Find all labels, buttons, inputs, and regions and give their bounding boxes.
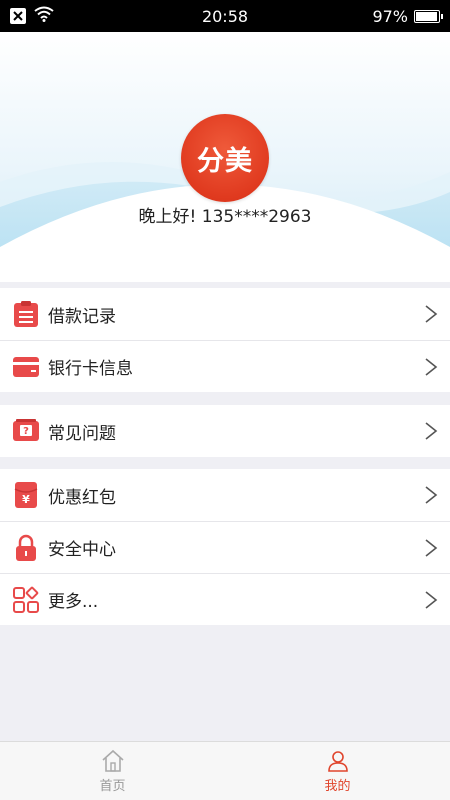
tab-home[interactable]: 首页 xyxy=(0,742,225,800)
menu-item-red-envelope[interactable]: ¥ 优惠红包 xyxy=(0,469,450,521)
tab-mine-label: 我的 xyxy=(324,778,351,794)
menu-item-security-center[interactable]: 安全中心 xyxy=(0,521,450,573)
chevron-right-icon xyxy=(425,305,438,323)
greeting-text: 晚上好! 135****2963 xyxy=(138,207,312,227)
tab-mine[interactable]: 我的 xyxy=(225,742,450,800)
user-icon xyxy=(327,750,348,772)
menu-label: 常见问题 xyxy=(48,423,116,444)
red-envelope-icon: ¥ xyxy=(12,481,40,509)
status-right: 97% xyxy=(320,6,443,26)
chevron-right-icon xyxy=(425,422,438,440)
chevron-right-icon xyxy=(425,591,438,609)
svg-text:¥: ¥ xyxy=(22,493,30,506)
menu-item-more[interactable]: 更多... xyxy=(0,573,450,625)
battery-level xyxy=(416,11,438,21)
question-icon: ? xyxy=(12,417,40,445)
menu-item-loan-records[interactable]: 借款记录 xyxy=(0,288,450,340)
menu-label: 安全中心 xyxy=(48,540,116,560)
menu-item-faq[interactable]: ? 常见问题 xyxy=(0,405,450,457)
grid-more-icon xyxy=(12,586,40,614)
menu-label: 借款记录 xyxy=(48,306,116,327)
clipboard-icon xyxy=(12,300,40,328)
home-icon xyxy=(101,749,124,772)
menu-group-help: ? 常见问题 xyxy=(0,405,450,457)
chevron-right-icon xyxy=(425,486,438,504)
tab-home-label: 首页 xyxy=(99,778,126,794)
profile-header: 分美 晚上好! 135****2963 xyxy=(0,32,450,282)
chevron-right-icon xyxy=(425,358,438,376)
chevron-right-icon xyxy=(425,539,438,557)
wifi-icon xyxy=(34,6,54,26)
menu-item-bank-card[interactable]: 银行卡信息 xyxy=(0,340,450,392)
svg-text:?: ? xyxy=(23,426,29,437)
close-box-icon xyxy=(10,8,26,24)
menu-label: 更多... xyxy=(48,592,99,612)
battery-percent: 97% xyxy=(372,6,408,26)
status-time: 20:58 xyxy=(201,6,249,26)
menu-group-account: ¥ 优惠红包 安全中心 更多... xyxy=(0,469,450,625)
menu-label: 优惠红包 xyxy=(48,487,116,508)
bank-card-icon xyxy=(12,353,40,381)
app-logo: 分美 xyxy=(181,114,269,202)
bottom-tab-bar: 首页 我的 xyxy=(0,741,450,800)
menu-group-loans: 借款记录 银行卡信息 xyxy=(0,288,450,392)
lock-icon xyxy=(12,534,40,562)
status-bar: 20:58 97% xyxy=(0,0,450,32)
battery-icon xyxy=(414,9,443,23)
menu-label: 银行卡信息 xyxy=(48,359,133,379)
status-left xyxy=(10,6,130,26)
